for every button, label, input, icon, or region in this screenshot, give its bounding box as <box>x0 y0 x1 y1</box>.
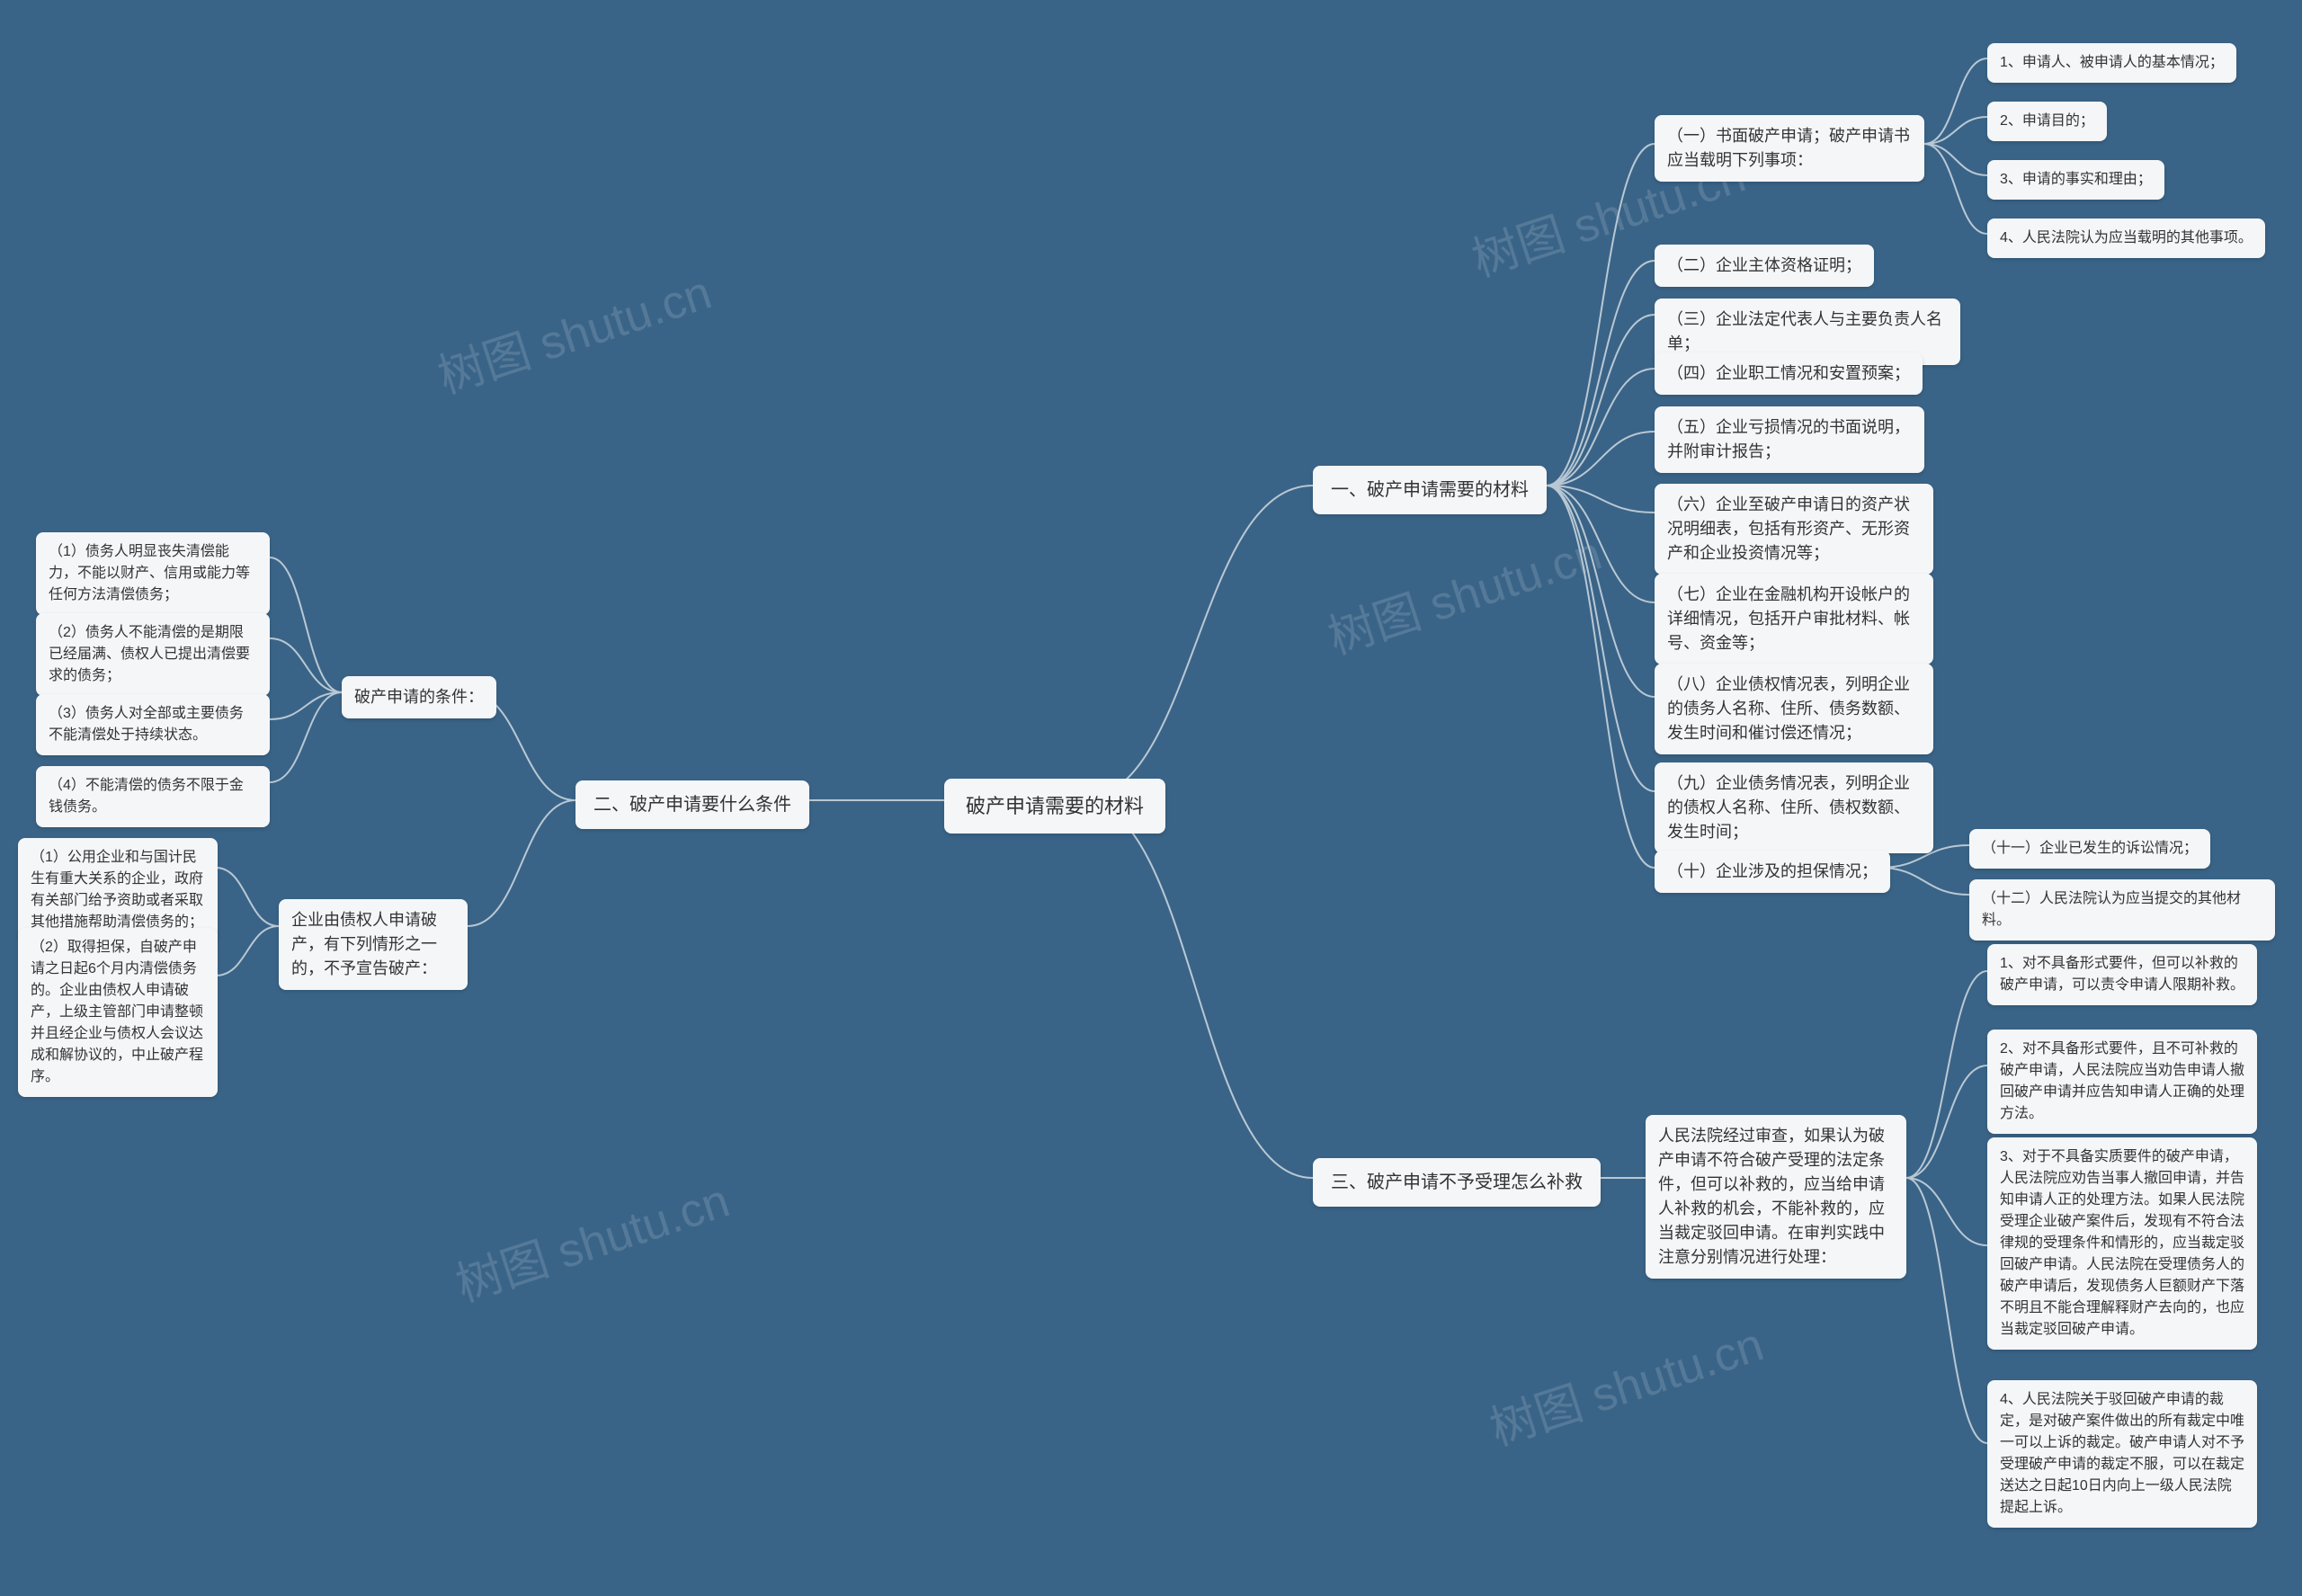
b1-item-5[interactable]: （五）企业亏损情况的书面说明，并附审计报告； <box>1655 406 1924 473</box>
branch-3[interactable]: 三、破产申请不予受理怎么补救 <box>1313 1158 1601 1207</box>
b3-r3[interactable]: 3、对于不具备实质要件的破产申请，人民法院应劝告当事人撤回申请，并告知申请人正的… <box>1987 1137 2257 1350</box>
b1-item-1-2[interactable]: 2、申请目的； <box>1987 102 2107 141</box>
watermark: 树图 shutu.cn <box>1480 1306 1771 1458</box>
b1-item-1-1[interactable]: 1、申请人、被申请人的基本情况； <box>1987 43 2236 83</box>
b2-s2-1[interactable]: （1）公用企业和与国计民生有重大关系的企业，政府有关部门给予资助或者采取其他措施… <box>18 838 218 942</box>
b2-s1-2[interactable]: （2）债务人不能清偿的是期限已经届满、债权人已提出清偿要求的债务； <box>36 613 270 696</box>
b1-item-6[interactable]: （六）企业至破产申请日的资产状况明细表，包括有形资产、无形资产和企业投资情况等； <box>1655 484 1933 575</box>
b1-item-7[interactable]: （七）企业在金融机构开设帐户的详细情况，包括开户审批材料、帐号、资金等； <box>1655 574 1933 664</box>
branch-2[interactable]: 二、破产申请要什么条件 <box>576 780 809 829</box>
b2-s1-3[interactable]: （3）债务人对全部或主要债务不能清偿处于持续状态。 <box>36 694 270 755</box>
b1-item-1[interactable]: （一）书面破产申请；破产申请书应当载明下列事项： <box>1655 115 1924 182</box>
b2-s2-2[interactable]: （2）取得担保，自破产申请之日起6个月内清偿债务的。企业由债权人申请破产，上级主… <box>18 928 218 1097</box>
b1-item-9[interactable]: （九）企业债务情况表，列明企业的债权人名称、住所、债权数额、发生时间； <box>1655 762 1933 853</box>
b3-r4[interactable]: 4、人民法院关于驳回破产申请的裁定，是对破产案件做出的所有裁定中唯一可以上诉的裁… <box>1987 1380 2257 1528</box>
b2-sub1[interactable]: 破产申请的条件： <box>342 676 496 718</box>
b2-sub2[interactable]: 企业由债权人申请破产，有下列情形之一的，不予宣告破产： <box>279 899 468 990</box>
b1-item-1-3[interactable]: 3、申请的事实和理由； <box>1987 160 2164 200</box>
b3-r1[interactable]: 1、对不具备形式要件，但可以补救的破产申请，可以责令申请人限期补救。 <box>1987 944 2257 1005</box>
b1-item-10-1[interactable]: （十一）企业已发生的诉讼情况； <box>1969 829 2210 869</box>
watermark: 树图 shutu.cn <box>446 1163 736 1315</box>
b3-r2[interactable]: 2、对不具备形式要件，且不可补救的破产申请，人民法院应当劝告申请人撤回破产申请并… <box>1987 1030 2257 1134</box>
b1-item-10-2[interactable]: （十二）人民法院认为应当提交的其他材料。 <box>1969 879 2275 941</box>
watermark: 树图 shutu.cn <box>1318 515 1609 667</box>
branch-1[interactable]: 一、破产申请需要的材料 <box>1313 466 1547 514</box>
b1-item-8[interactable]: （八）企业债权情况表，列明企业的债务人名称、住所、债务数额、发生时间和催讨偿还情… <box>1655 664 1933 754</box>
b3-intro[interactable]: 人民法院经过审查，如果认为破产申请不符合破产受理的法定条件，但可以补救的，应当给… <box>1646 1115 1906 1279</box>
b1-item-4[interactable]: （四）企业职工情况和安置预案； <box>1655 352 1923 395</box>
watermark: 树图 shutu.cn <box>428 254 718 406</box>
center-topic[interactable]: 破产申请需要的材料 <box>944 779 1165 834</box>
b2-s1-1[interactable]: （1）债务人明显丧失清偿能力，不能以财产、信用或能力等任何方法清偿债务； <box>36 532 270 615</box>
b2-s1-4[interactable]: （4）不能清偿的债务不限于金钱债务。 <box>36 766 270 827</box>
b1-item-1-4[interactable]: 4、人民法院认为应当载明的其他事项。 <box>1987 218 2265 258</box>
b1-item-2[interactable]: （二）企业主体资格证明； <box>1655 245 1874 287</box>
b1-item-10[interactable]: （十）企业涉及的担保情况； <box>1655 851 1890 893</box>
